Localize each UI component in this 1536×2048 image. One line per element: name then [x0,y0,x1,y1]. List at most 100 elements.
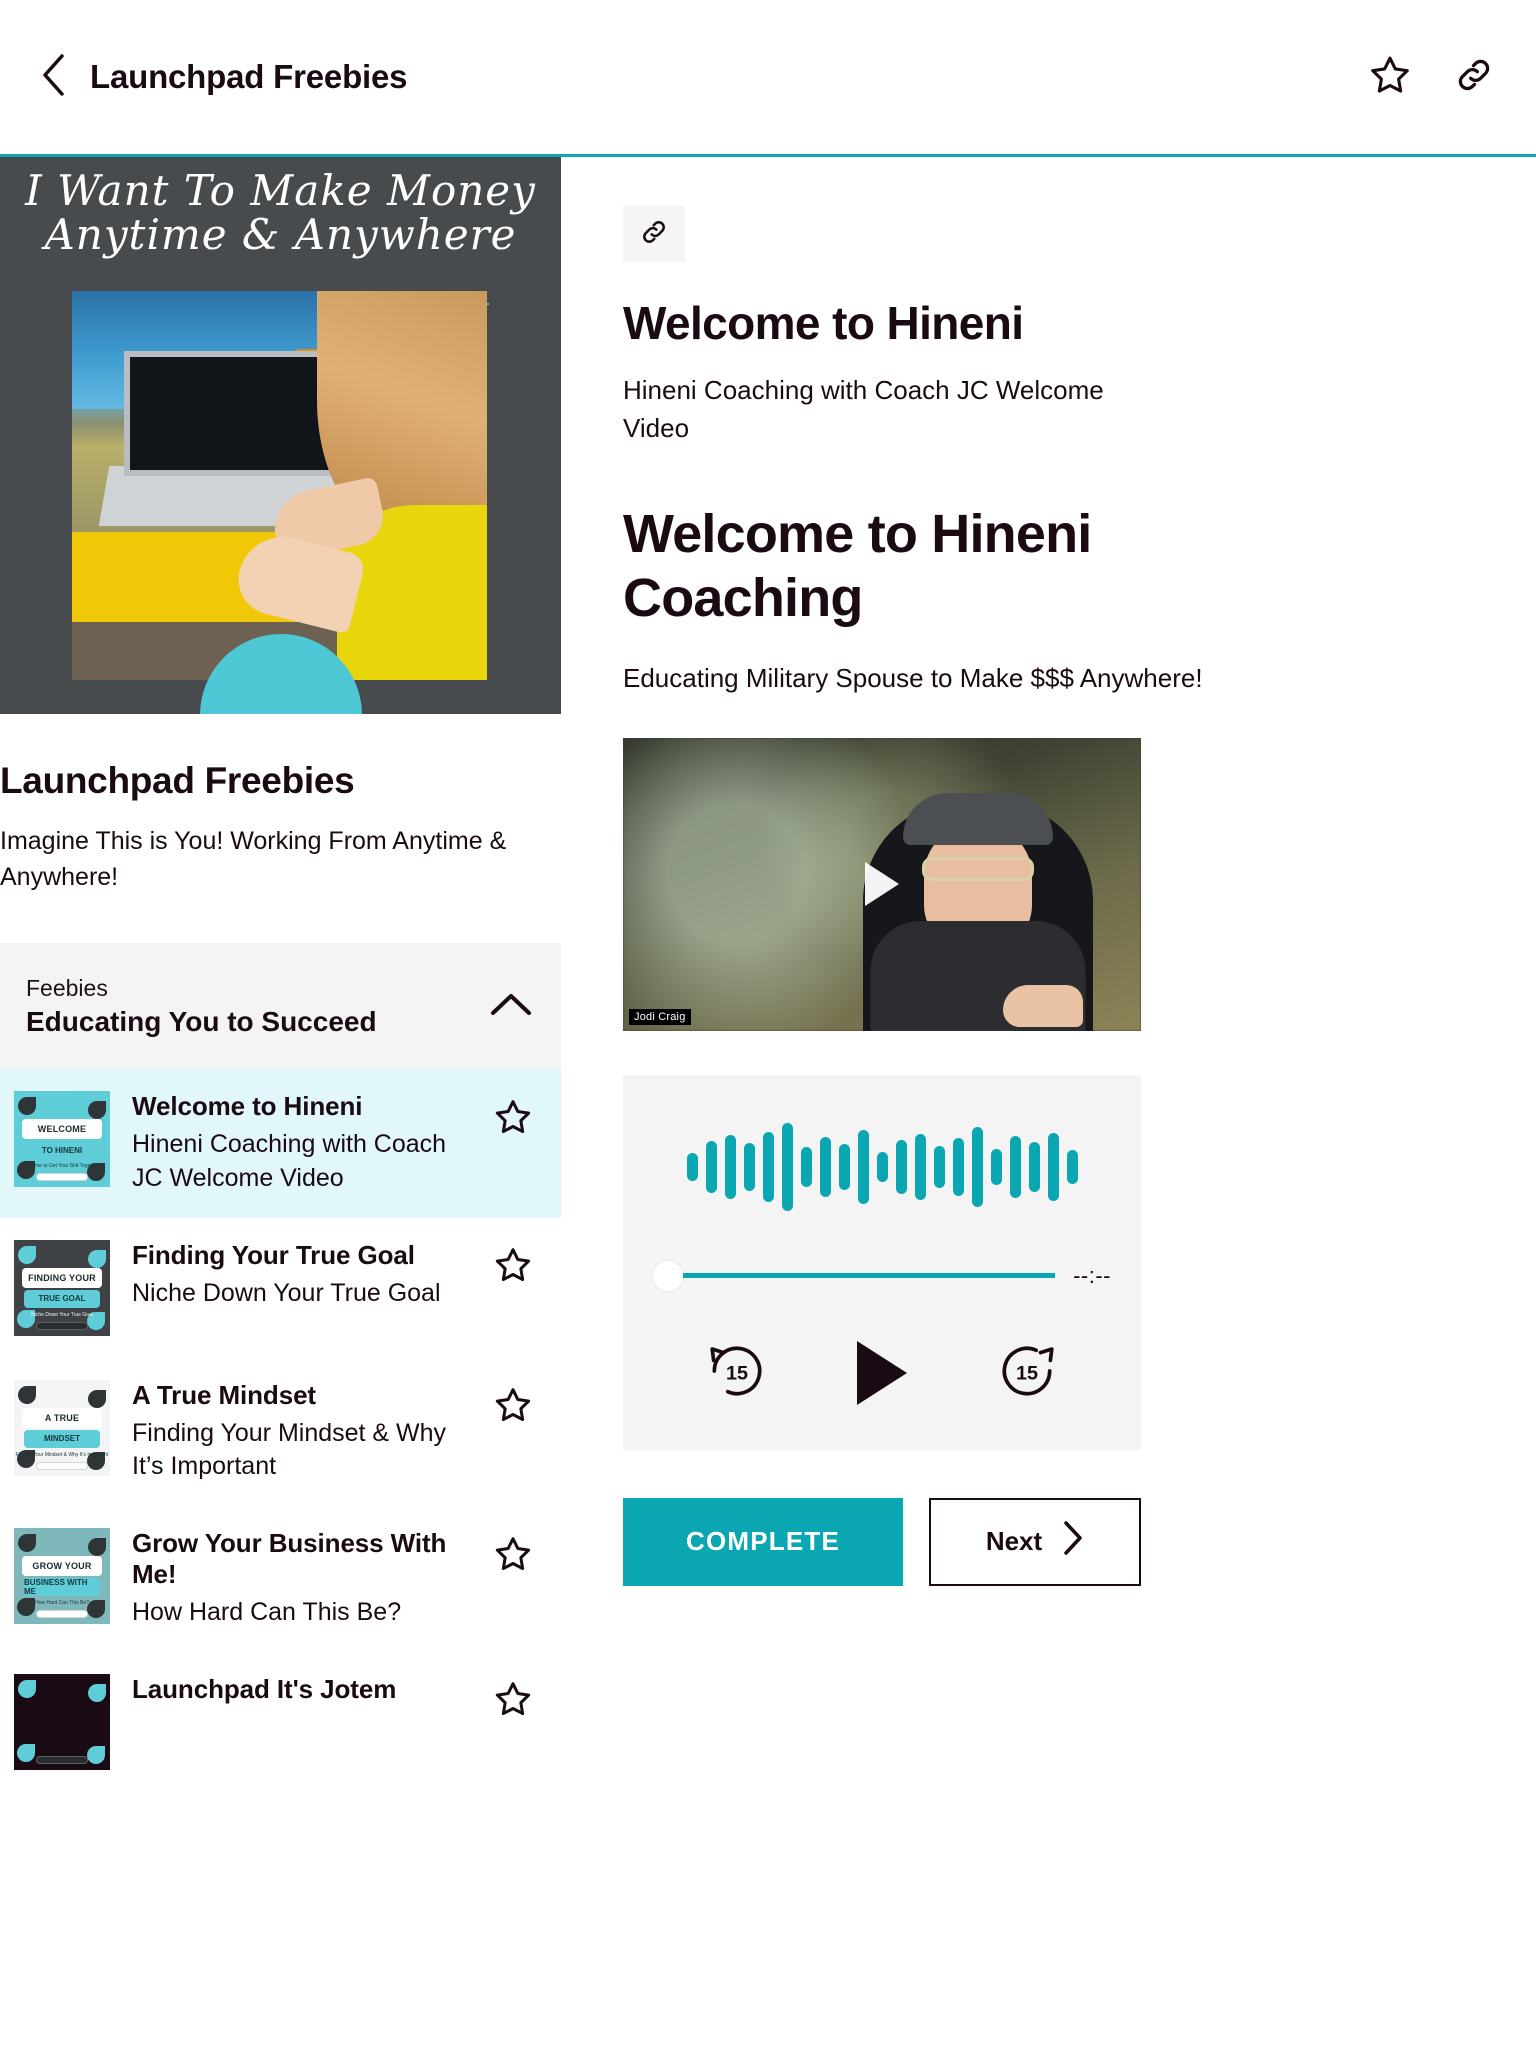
top-app-bar: Launchpad Freebies [0,0,1536,157]
lesson-thumbnail [14,1673,110,1770]
audio-scrubber[interactable]: --:-- [653,1260,1111,1291]
audio-controls: 15 15 [653,1337,1111,1410]
lesson-subtitle: Finding Your Mindset & Why It’s Importan… [132,1418,447,1481]
waveform-bar [971,1126,983,1207]
lesson-favorite-button[interactable] [489,1678,537,1726]
waveform-bar [857,1129,869,1204]
waveform-bar [705,1140,717,1193]
lesson-title: Launchpad It's Jotem [132,1673,397,1704]
lesson-subtitle: Niche Down Your True Goal [132,1278,441,1307]
play-icon [857,1341,907,1406]
lesson-subtitle: How Hard Can This Be? [132,1598,402,1626]
lesson-title: Grow Your Business With Me! [132,1528,447,1589]
lesson-thumbnail: WELCOME TO HINENI It's Time to Get Your Sh… [14,1091,110,1187]
lesson-favorite-button[interactable] [489,1095,537,1143]
hero-script-text: I Want To Make Money Anytime & Anywhere [0,166,561,260]
lesson-list: WELCOME TO HINENI It's Time to Get Your Sh… [0,1069,561,1792]
lesson-subtitle: Hineni Coaching with Coach JC Welcome Vi… [132,1130,447,1192]
lesson-detail-heading: Welcome to Hineni [623,297,1024,349]
play-icon[interactable] [865,862,899,907]
lesson-favorite-button[interactable] [489,1244,537,1292]
audio-waveform [653,1121,1111,1213]
lesson-thumbnail: A TRUE MINDSET Finding Your Mindset & Why … [14,1379,110,1476]
lesson-title: Finding Your True Goal [132,1239,415,1270]
waveform-bar [933,1145,945,1188]
lesson-text: Grow Your Business With Me! How Hard Can … [132,1528,467,1630]
waveform-bar [819,1136,831,1197]
audio-player: --:-- 15 15 [623,1074,1141,1450]
star-outline-icon [493,1534,533,1579]
lesson-content-paragraph: Educating Military Spouse to Make $$$ An… [623,662,1203,693]
section-header-text: Feebies Educating You to Succeed [26,975,485,1038]
favorite-button[interactable] [1362,49,1418,105]
section-accordion-header[interactable]: Feebies Educating You to Succeed [0,943,561,1069]
waveform-bar [762,1131,774,1202]
lesson-list-item[interactable]: GROW YOUR BUSINESS WITH ME How Hard Can Th… [0,1506,561,1652]
rewind-15-icon: 15 [703,1337,771,1410]
lesson-thumbnail: FINDING YOUR TRUE GOAL Niche Down Your Tru… [14,1239,110,1336]
lesson-detail-panel: Welcome to Hineni Hineni Coaching with C… [561,157,1536,2048]
link-icon [639,217,669,252]
hero-photo [72,291,487,680]
complete-button[interactable]: COMPLETE [623,1497,903,1586]
section-name: Educating You to Succeed [26,1005,377,1037]
speaker-glasses [922,856,1034,881]
topbar-actions [1362,49,1502,105]
lesson-list-item[interactable]: Launchpad It's Jotem [0,1651,561,1792]
waveform-bar [686,1152,698,1181]
star-outline-icon [493,1385,533,1430]
waveform-bar [1009,1135,1021,1198]
lesson-title: Welcome to Hineni [132,1091,363,1121]
waveform-bar [990,1148,1002,1185]
lesson-favorite-button[interactable] [489,1532,537,1580]
waveform-bar [876,1151,888,1182]
waveform-bar [800,1146,812,1187]
star-outline-icon [493,1097,533,1142]
lesson-detail-subtitle: Hineni Coaching with Coach JC Welcome Vi… [623,375,1104,443]
next-button-label: Next [985,1526,1043,1557]
course-sidebar: I Want To Make Money Anytime & Anywhere … [0,157,561,2048]
waveform-bar [914,1133,926,1200]
back-button[interactable] [26,50,80,104]
lesson-content-heading: Welcome to Hineni Coaching [623,504,1092,629]
next-button[interactable]: Next [929,1497,1141,1586]
course-hero-image: I Want To Make Money Anytime & Anywhere [0,157,561,714]
lesson-text: Welcome to Hineni Hineni Coaching with Co… [132,1091,467,1196]
lesson-text: A True Mindset Finding Your Mindset & Why… [132,1380,467,1485]
scrubber-track[interactable] [683,1273,1056,1279]
forward-15-button[interactable]: 15 [993,1337,1061,1410]
waveform-bar [781,1122,793,1211]
lesson-footer-actions: COMPLETE Next [623,1497,1141,1586]
course-description: Imagine This is You! Working From Anytim… [0,827,507,891]
section-kicker: Feebies [26,974,108,1001]
section-collapse-button[interactable] [485,980,537,1032]
waveform-bar [1028,1141,1040,1192]
forward-15-icon: 15 [993,1337,1061,1410]
scrubber-handle[interactable] [653,1260,683,1291]
rewind-15-button[interactable]: 15 [703,1337,771,1410]
lesson-video-player[interactable]: Jodi Craig [623,737,1141,1031]
video-speaker-name-label: Jodi Craig [629,1008,691,1025]
link-icon [1453,54,1495,101]
lesson-favorite-button[interactable] [489,1384,537,1432]
hero-script-line-1: I Want To Make Money [25,166,536,215]
svg-text:15: 15 [1016,1362,1038,1384]
lesson-title: A True Mindset [132,1379,316,1410]
waveform-bar [1066,1149,1078,1184]
lesson-list-item[interactable]: FINDING YOUR TRUE GOAL Niche Down Your Tru… [0,1217,561,1358]
lesson-list-item[interactable]: A TRUE MINDSET Finding Your Mindset & Why … [0,1357,561,1506]
speaker-hands [1003,984,1083,1027]
play-button[interactable] [857,1341,907,1406]
chevron-up-icon [490,991,532,1022]
waveform-bar [895,1139,907,1194]
waveform-bar [724,1134,736,1199]
page-title: Launchpad Freebies [90,58,408,95]
star-outline-icon [493,1679,533,1724]
lesson-list-item[interactable]: WELCOME TO HINENI It's Time to Get Your Sh… [0,1069,561,1218]
course-title: Launchpad Freebies [0,760,355,801]
lesson-permalink-button[interactable] [623,206,685,262]
share-link-button[interactable] [1446,49,1502,105]
course-info-block: Launchpad Freebies Imagine This is You! … [0,714,561,895]
hero-script-line-2: Anytime & Anywhere [44,210,517,260]
waveform-bar [1047,1132,1059,1201]
